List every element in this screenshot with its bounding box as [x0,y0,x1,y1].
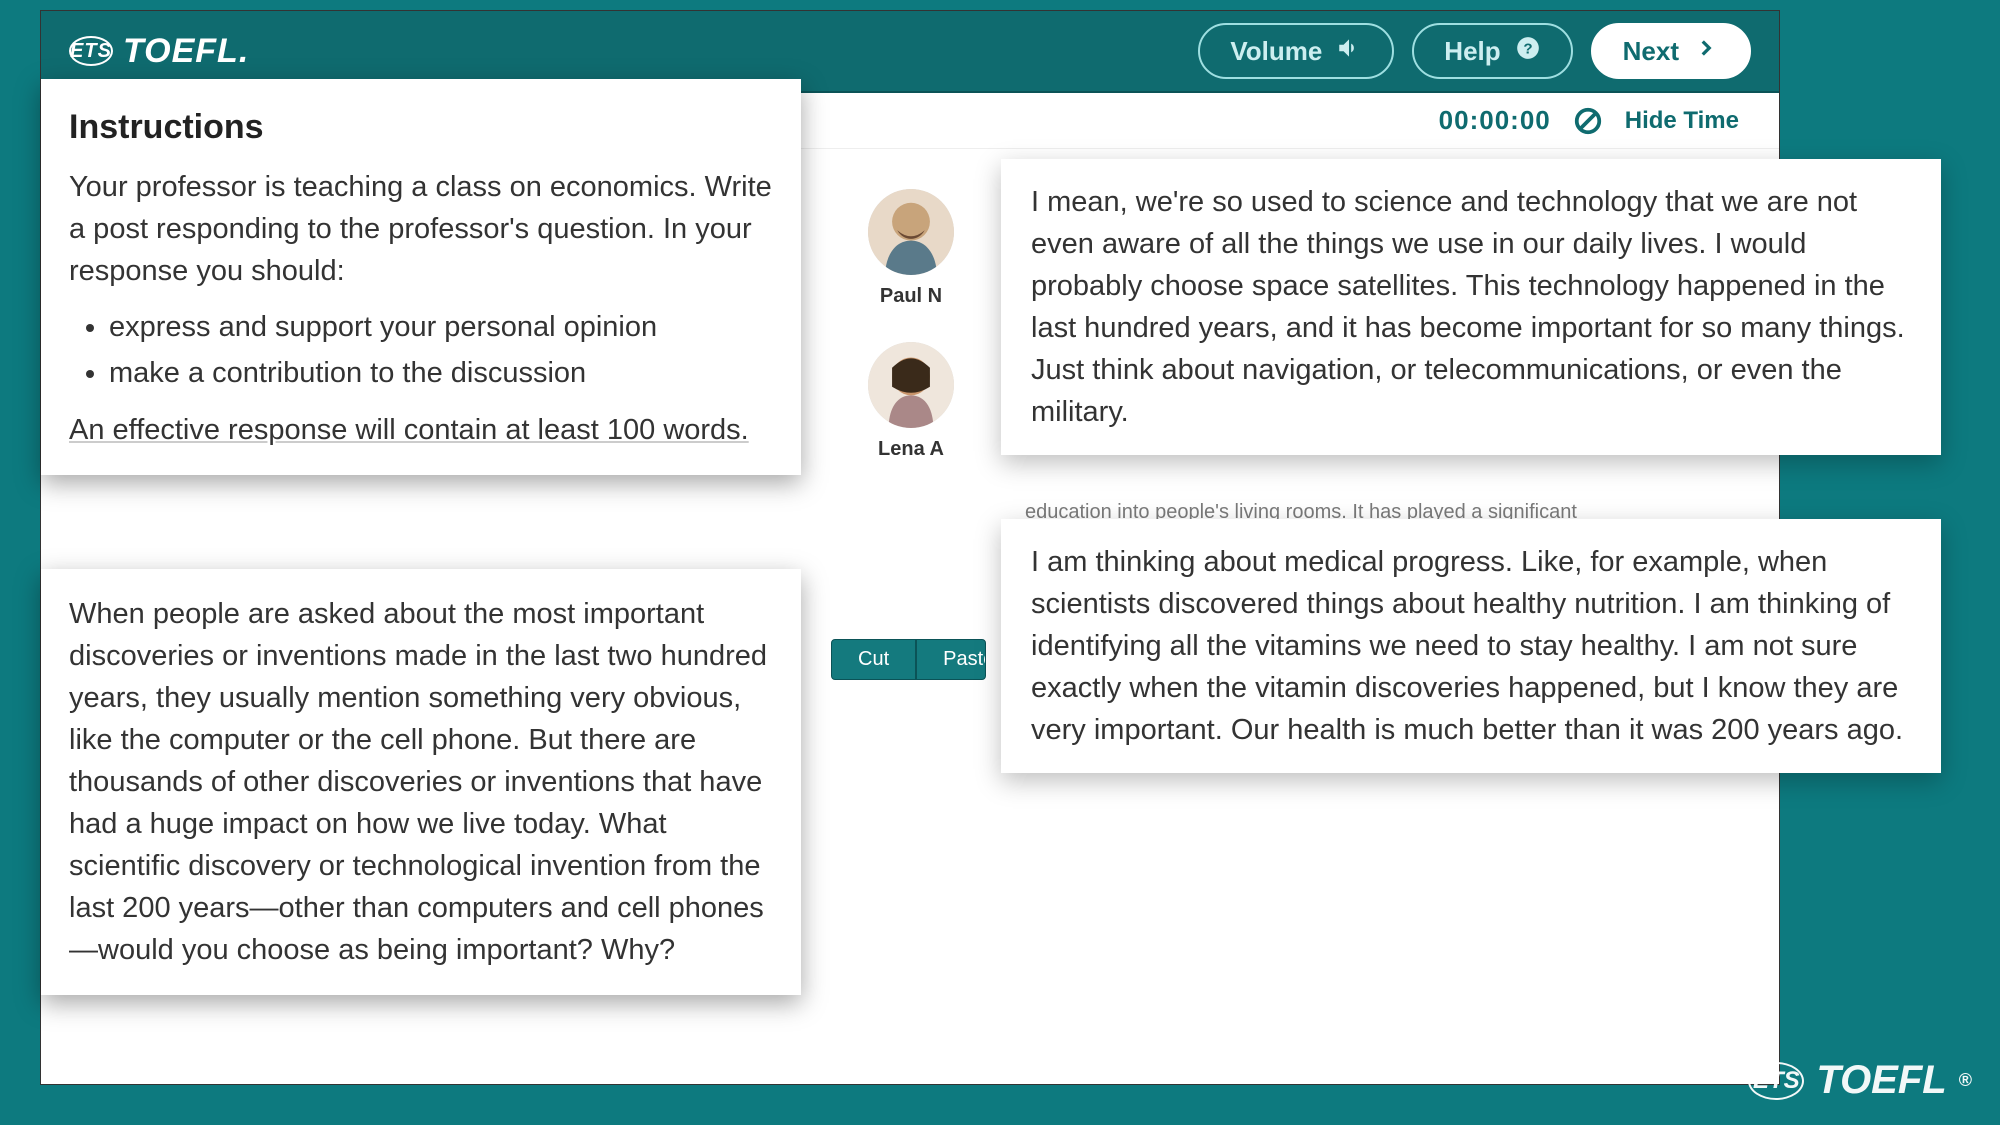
instructions-list: express and support your personal opinio… [109,306,773,394]
no-sign-icon [1573,106,1603,136]
help-button[interactable]: Help ? [1412,23,1572,79]
watermark-name: TOEFL [1816,1058,1946,1103]
avatar-paul [868,189,954,275]
avatar-paul-name: Paul N [841,285,981,308]
timer-display: 00:00:00 [1439,105,1551,136]
paste-button[interactable]: Paste [916,639,986,680]
registered-icon: ® [1959,1070,1972,1091]
svg-text:?: ? [1523,40,1532,57]
help-icon: ? [1515,35,1541,68]
brand-logo: ETS TOEFL. [69,32,249,71]
ets-oval-icon: ETS [69,36,113,66]
watermark-brand: ETS TOEFL ® [1748,1058,1972,1103]
instructions-card: Instructions Your professor is teaching … [41,79,801,475]
edit-buttons: Cut Paste [831,639,986,680]
brand-name: TOEFL. [123,32,249,71]
avatar-lena [868,342,954,428]
content-area: Instructions Your professor is teaching … [41,149,1779,1084]
instructions-bullet-1: express and support your personal opinio… [109,306,773,348]
next-label: Next [1623,36,1679,67]
professor-prompt-text: When people are asked about the most imp… [69,593,773,971]
instructions-title: Instructions [69,103,773,152]
response-lena-card: I am thinking about medical progress. Li… [1001,519,1941,773]
next-button[interactable]: Next [1591,23,1751,79]
watermark-ets-icon: ETS [1748,1062,1804,1100]
instructions-bullet-2: make a contribution to the discussion [109,352,773,394]
response-lena-text: I am thinking about medical progress. Li… [1031,541,1911,751]
avatar-lena-name: Lena A [841,438,981,461]
avatar-column: Paul N Lena A [841,189,981,495]
app-window: ETS TOEFL. Volume Help ? Next 00:00:00 [40,10,1780,1085]
instructions-p1: Your professor is teaching a class on ec… [69,166,773,292]
volume-icon [1336,35,1362,68]
response-paul-text: I mean, we're so used to science and tec… [1031,181,1911,433]
volume-button[interactable]: Volume [1198,23,1394,79]
cut-button[interactable]: Cut [831,639,916,680]
volume-label: Volume [1230,36,1322,67]
instructions-p2: An effective response will contain at le… [69,409,773,451]
chevron-right-icon [1693,35,1719,68]
help-label: Help [1444,36,1500,67]
response-paul-card: I mean, we're so used to science and tec… [1001,159,1941,455]
hide-time-button[interactable]: Hide Time [1625,107,1739,135]
professor-prompt-card: When people are asked about the most imp… [41,569,801,995]
